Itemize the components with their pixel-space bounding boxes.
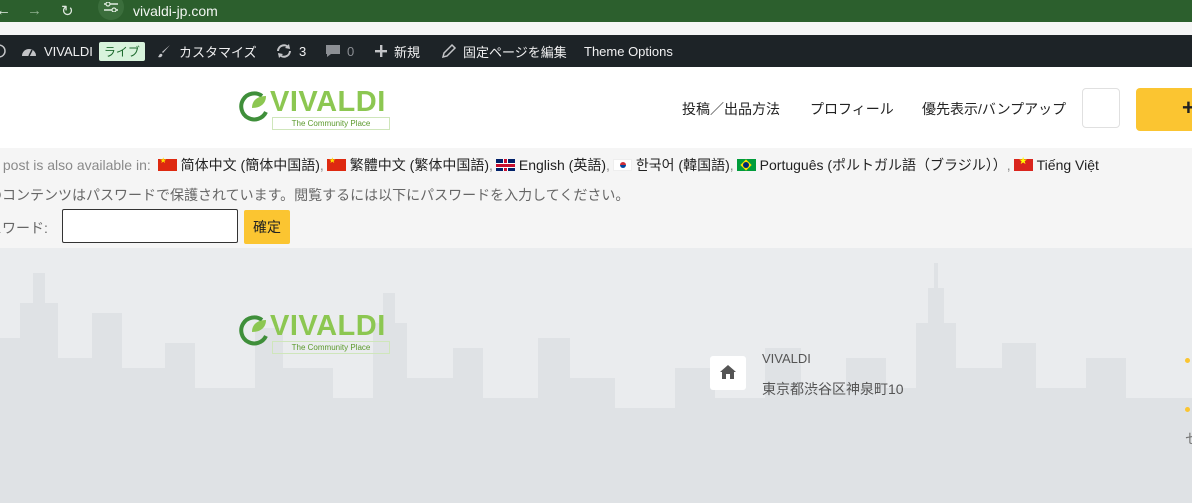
logo-leaf-icon [239, 91, 268, 122]
password-label: スワード: [0, 220, 48, 236]
footer-logo-wordmark: VIVALDI [270, 310, 386, 342]
comment-icon [326, 45, 340, 57]
updates-link[interactable]: 3 [275, 35, 306, 67]
language-switcher: s post is also available in: 简体中文 (簡体中国語… [0, 155, 1099, 175]
browser-toolbar: ← → ↻ vivaldi-jp.com [0, 0, 1192, 22]
logo-leaf-icon [239, 315, 268, 346]
menu-item-priority-bump[interactable]: 優先表示/バンプアップ [922, 99, 1066, 119]
new-content-menu[interactable]: 新規 [374, 35, 420, 67]
home-icon [720, 365, 736, 379]
customize-link[interactable]: カスタマイズ [157, 35, 257, 67]
live-badge: ライブ [98, 41, 145, 61]
language-link[interactable]: Tiếng Việt [1037, 157, 1099, 173]
menu-item-profile[interactable]: プロフィール [810, 99, 894, 119]
language-separator: , [1006, 157, 1011, 173]
language-link[interactable]: 简体中文 (簡体中国語) [181, 157, 320, 173]
home-icon-box [710, 356, 746, 390]
flag-vn-icon [1013, 156, 1033, 171]
add-listing-label: + [1182, 95, 1192, 120]
forward-arrow-icon[interactable]: → [27, 2, 42, 19]
address-bar[interactable]: vivaldi-jp.com [133, 3, 218, 19]
back-arrow-icon[interactable]: ← [0, 2, 11, 19]
password-submit-button[interactable]: 確定 [244, 210, 290, 244]
language-separator: , [729, 157, 734, 173]
add-listing-button[interactable]: + [1136, 88, 1192, 131]
footer-address: 東京都渋谷区神泉町10 [762, 381, 904, 397]
site-header: VIVALDI The Community Place 投稿／出品方法 プロフィ… [0, 67, 1192, 148]
plus-icon [375, 45, 387, 57]
menu-item-how-to-post[interactable]: 投稿／出品方法 [682, 99, 780, 119]
flag-kr-icon [612, 159, 632, 171]
new-label: 新規 [394, 44, 421, 60]
edit-page-link[interactable]: 固定ページを編集 [441, 35, 567, 67]
language-link[interactable]: Português (ポルトガル語（ブラジル）） [760, 157, 1007, 173]
language-separator: , [606, 157, 610, 173]
brush-icon [158, 45, 170, 58]
site-name: VIVALDI [44, 43, 93, 59]
theme-options-label: Theme Options [584, 43, 673, 59]
logo-tagline: The Community Place [272, 117, 390, 130]
city-skyline-background [0, 263, 1192, 503]
flag-uk-icon [495, 159, 515, 171]
updates-count: 3 [299, 43, 307, 59]
logo-wordmark: VIVALDI [270, 86, 386, 118]
reload-icon[interactable]: ↻ [61, 2, 74, 20]
language-separator: , [488, 157, 493, 173]
footer-cut-text: セ [1185, 429, 1192, 449]
site-info-icon[interactable] [98, 0, 124, 20]
footer-bullet [1185, 358, 1190, 363]
language-separator: , [319, 157, 324, 173]
site-logo[interactable]: VIVALDI The Community Place [238, 86, 390, 130]
site-footer: VIVALDI The Community Place VIVALDI 東京都渋… [0, 248, 1192, 503]
site-name-menu[interactable]: VIVALDI ライブ [20, 35, 145, 67]
flag-br-icon [736, 159, 756, 171]
flag-cn-icon [157, 156, 177, 171]
language-link[interactable]: 繁體中文 (繁体中国語) [350, 157, 489, 173]
user-avatar[interactable] [1082, 88, 1120, 128]
pencil-icon [441, 43, 457, 59]
edit-page-label: 固定ページを編集 [463, 44, 567, 60]
wp-logo-icon[interactable] [0, 35, 6, 67]
page-content: s post is also available in: 简体中文 (簡体中国語… [0, 148, 1192, 248]
flag-cn-icon [326, 156, 346, 171]
dashboard-icon [22, 49, 36, 57]
language-link[interactable]: 한국어 (韓国語) [636, 157, 730, 173]
wp-admin-bar: VIVALDI ライブ カスタマイズ 3 0 新規 固定ページを編集 Theme… [0, 35, 1192, 67]
password-protected-notice: のコンテンツはパスワードで保護されています。閲覧するには以下にパスワードを入力し… [0, 187, 630, 203]
footer-address-name: VIVALDI [762, 351, 811, 366]
customize-label: カスタマイズ [179, 44, 257, 60]
footer-bullet [1185, 407, 1190, 412]
password-input[interactable] [62, 209, 238, 243]
language-intro: s post is also available in: [0, 157, 151, 173]
theme-options-link[interactable]: Theme Options [584, 35, 673, 67]
footer-logo-tagline: The Community Place [272, 341, 390, 354]
language-link[interactable]: English (英語) [519, 157, 606, 173]
comments-link[interactable]: 0 [325, 35, 354, 67]
comments-count: 0 [347, 43, 355, 59]
updates-icon [277, 44, 291, 58]
footer-logo[interactable]: VIVALDI The Community Place [238, 310, 390, 354]
